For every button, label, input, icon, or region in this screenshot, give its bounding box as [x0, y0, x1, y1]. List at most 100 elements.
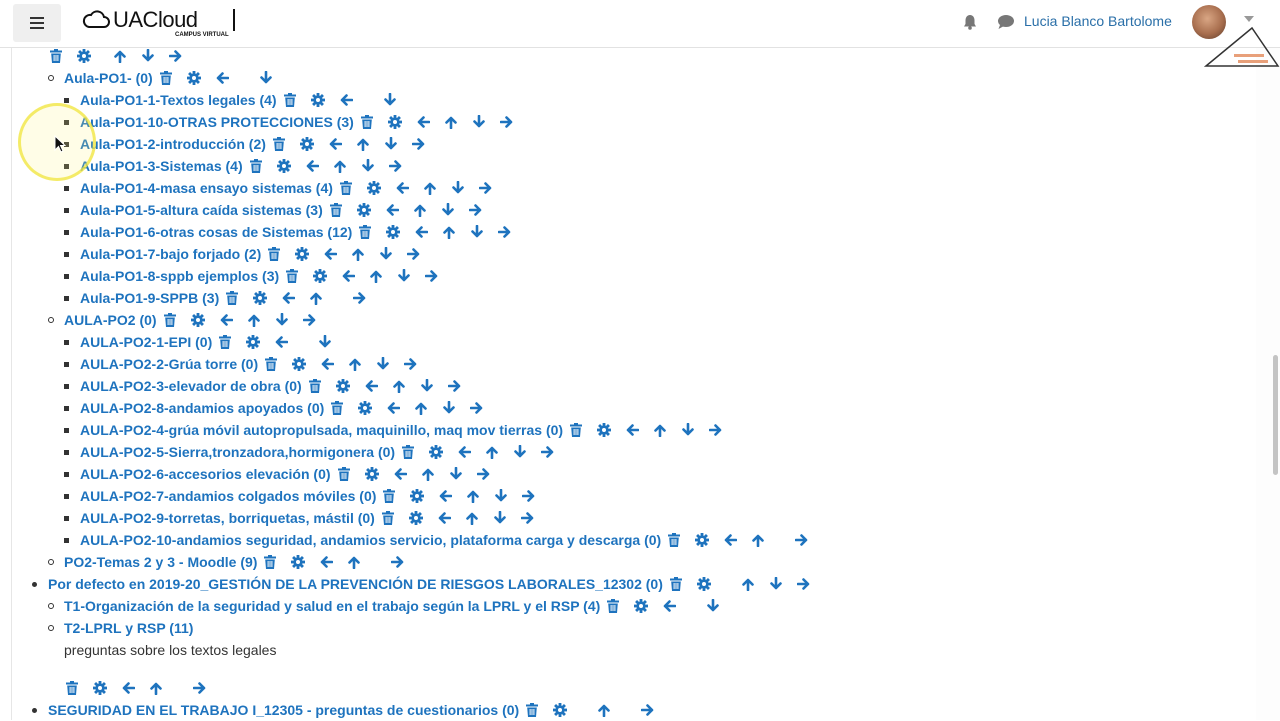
arrow-left-icon[interactable]	[339, 93, 353, 107]
arrow-up-icon[interactable]	[466, 489, 480, 503]
arrow-down-icon[interactable]	[706, 599, 720, 613]
arrow-up-icon[interactable]	[423, 181, 437, 195]
arrow-right-icon[interactable]	[641, 703, 655, 717]
arrow-right-icon[interactable]	[469, 203, 483, 217]
arrow-left-icon[interactable]	[723, 533, 737, 547]
arrow-left-icon[interactable]	[319, 555, 333, 569]
trash-icon[interactable]	[401, 445, 415, 459]
category-link[interactable]: Aula-PO1-2-introducción (2)	[80, 136, 266, 152]
arrow-right-icon[interactable]	[412, 137, 426, 151]
arrow-down-icon[interactable]	[681, 423, 695, 437]
trash-icon[interactable]	[225, 291, 239, 305]
category-link[interactable]: T1-Organización de la seguridad y salud …	[64, 598, 600, 614]
arrow-up-icon[interactable]	[351, 247, 365, 261]
trash-icon[interactable]	[358, 225, 372, 239]
trash-icon[interactable]	[329, 203, 343, 217]
uacloud-logo[interactable]: UACloud CAMPUS VIRTUAL	[82, 8, 235, 42]
trash-icon[interactable]	[330, 401, 344, 415]
gear-icon[interactable]	[358, 401, 372, 415]
arrow-right-icon[interactable]	[193, 681, 207, 695]
arrow-left-icon[interactable]	[341, 269, 355, 283]
trash-icon[interactable]	[569, 423, 583, 437]
trash-icon[interactable]	[159, 71, 173, 85]
arrow-right-icon[interactable]	[404, 357, 418, 371]
arrow-right-icon[interactable]	[353, 291, 367, 305]
trash-icon[interactable]	[267, 247, 281, 261]
arrow-down-icon[interactable]	[769, 577, 783, 591]
arrow-down-icon[interactable]	[379, 247, 393, 261]
gear-icon[interactable]	[187, 71, 201, 85]
trash-icon[interactable]	[606, 599, 620, 613]
arrow-up-icon[interactable]	[444, 115, 458, 129]
arrow-up-icon[interactable]	[348, 357, 362, 371]
category-link[interactable]: PO2-Temas 2 y 3 - Moodle (9)	[64, 554, 257, 570]
arrow-right-icon[interactable]	[541, 445, 555, 459]
arrow-right-icon[interactable]	[522, 489, 536, 503]
arrow-up-icon[interactable]	[413, 203, 427, 217]
arrow-down-icon[interactable]	[472, 115, 486, 129]
arrow-down-icon[interactable]	[513, 445, 527, 459]
arrow-down-icon[interactable]	[383, 93, 397, 107]
arrow-up-icon[interactable]	[414, 401, 428, 415]
gear-icon[interactable]	[313, 269, 327, 283]
arrow-left-icon[interactable]	[385, 203, 399, 217]
arrow-right-icon[interactable]	[795, 533, 809, 547]
arrow-up-icon[interactable]	[465, 511, 479, 525]
category-link[interactable]: AULA-PO2-3-elevador de obra (0)	[80, 378, 302, 394]
arrow-right-icon[interactable]	[389, 159, 403, 173]
arrow-right-icon[interactable]	[498, 225, 512, 239]
gear-icon[interactable]	[357, 203, 371, 217]
category-link[interactable]: Aula-PO1-4-masa ensayo sistemas (4)	[80, 180, 333, 196]
gear-icon[interactable]	[695, 533, 709, 547]
arrow-left-icon[interactable]	[438, 489, 452, 503]
arrow-down-icon[interactable]	[441, 203, 455, 217]
category-link[interactable]: Aula-PO1-3-Sistemas (4)	[80, 158, 243, 174]
category-link[interactable]: Aula-PO1-5-altura caída sistemas (3)	[80, 202, 323, 218]
gear-icon[interactable]	[300, 137, 314, 151]
trash-icon[interactable]	[308, 379, 322, 393]
trash-icon[interactable]	[272, 137, 286, 151]
category-link[interactable]: AULA-PO2-1-EPI (0)	[80, 334, 212, 350]
arrow-left-icon[interactable]	[416, 115, 430, 129]
gear-icon[interactable]	[191, 313, 205, 327]
arrow-left-icon[interactable]	[395, 181, 409, 195]
arrow-left-icon[interactable]	[328, 137, 342, 151]
arrow-left-icon[interactable]	[625, 423, 639, 437]
category-link[interactable]: Aula-PO1-6-otras cosas de Sistemas (12)	[80, 224, 352, 240]
trash-icon[interactable]	[381, 511, 395, 525]
scrollbar-thumb[interactable]	[1273, 355, 1278, 475]
arrow-up-icon[interactable]	[751, 533, 765, 547]
arrow-up-icon[interactable]	[347, 555, 361, 569]
trash-icon[interactable]	[49, 49, 63, 63]
arrow-left-icon[interactable]	[274, 335, 288, 349]
arrow-left-icon[interactable]	[386, 401, 400, 415]
category-link[interactable]: SEGURIDAD EN EL TRABAJO I_12305 - pregun…	[48, 702, 519, 718]
trash-icon[interactable]	[263, 555, 277, 569]
gear-icon[interactable]	[295, 247, 309, 261]
gear-icon[interactable]	[277, 159, 291, 173]
category-link[interactable]: Aula-PO1-9-SPPB (3)	[80, 290, 219, 306]
arrow-up-icon[interactable]	[392, 379, 406, 393]
arrow-left-icon[interactable]	[364, 379, 378, 393]
arrow-down-icon[interactable]	[376, 357, 390, 371]
bell-icon[interactable]	[962, 14, 978, 30]
arrow-up-icon[interactable]	[113, 49, 127, 63]
arrow-left-icon[interactable]	[393, 467, 407, 481]
category-link[interactable]: AULA-PO2-5-Sierra,tronzadora,hormigonera…	[80, 444, 395, 460]
gear-icon[interactable]	[365, 467, 379, 481]
gear-icon[interactable]	[93, 681, 107, 695]
arrow-up-icon[interactable]	[597, 703, 611, 717]
trash-icon[interactable]	[339, 181, 353, 195]
category-link[interactable]: AULA-PO2-2-Grúa torre (0)	[80, 356, 258, 372]
arrow-down-icon[interactable]	[361, 159, 375, 173]
arrow-down-icon[interactable]	[451, 181, 465, 195]
category-link[interactable]: Aula-PO1-8-sppb ejemplos (3)	[80, 268, 279, 284]
category-link[interactable]: AULA-PO2-4-grúa móvil autopropulsada, ma…	[80, 422, 563, 438]
arrow-up-icon[interactable]	[369, 269, 383, 283]
gear-icon[interactable]	[386, 225, 400, 239]
trash-icon[interactable]	[264, 357, 278, 371]
gear-icon[interactable]	[291, 555, 305, 569]
arrow-up-icon[interactable]	[653, 423, 667, 437]
gear-icon[interactable]	[410, 489, 424, 503]
gear-icon[interactable]	[311, 93, 325, 107]
